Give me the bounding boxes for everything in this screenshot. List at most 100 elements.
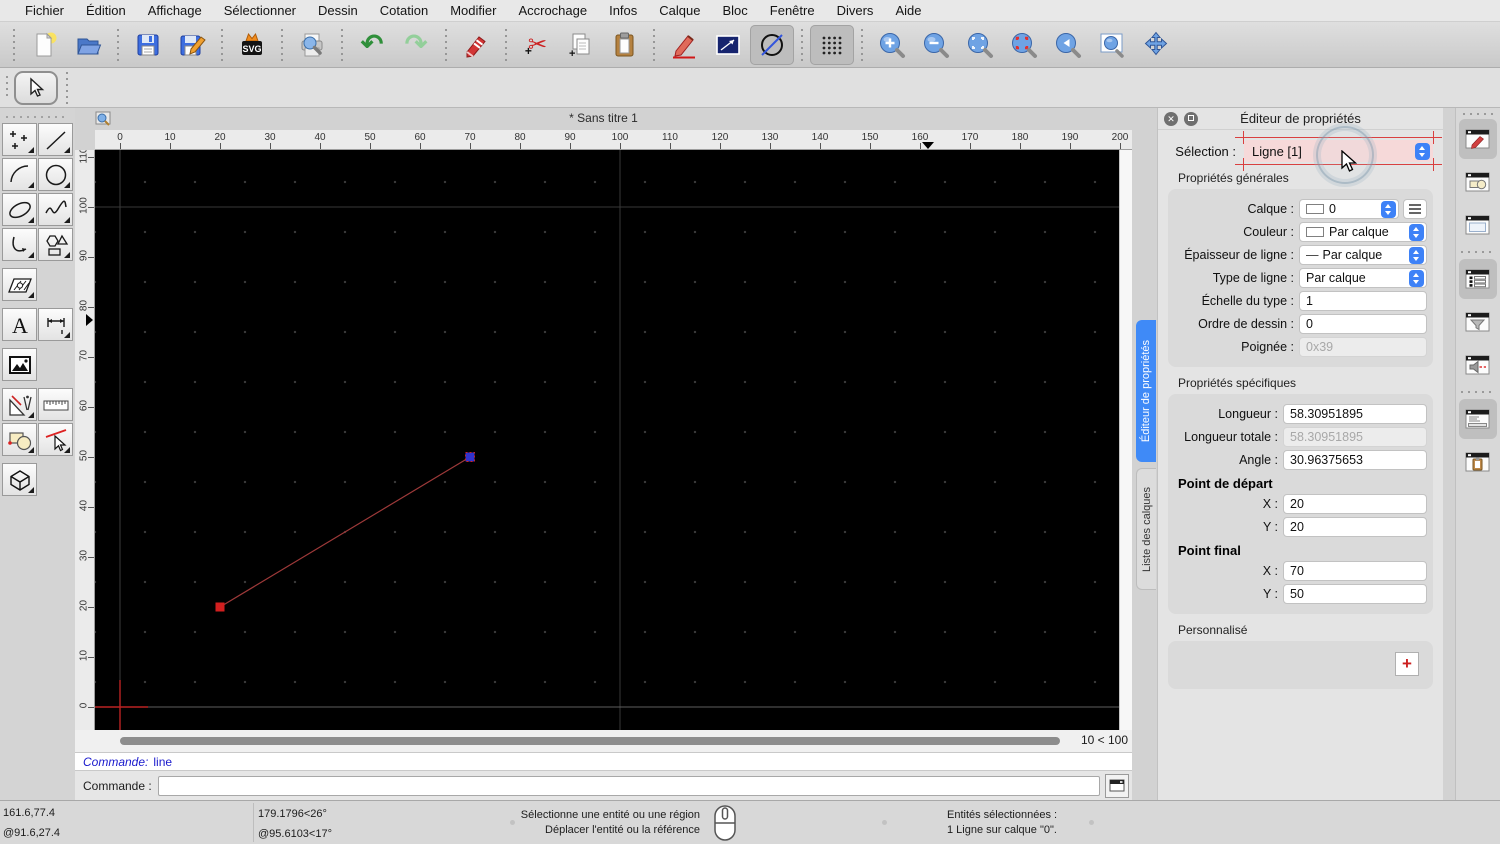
dock-section-widget-button[interactable] bbox=[1459, 345, 1497, 385]
zoom-previous-button[interactable] bbox=[1046, 25, 1090, 65]
dock-command-widget-button[interactable] bbox=[1459, 399, 1497, 439]
circle-tool-button[interactable] bbox=[38, 158, 73, 191]
command-input[interactable] bbox=[157, 775, 1100, 796]
delete-entities-button[interactable] bbox=[454, 25, 498, 65]
h-ruler-label: 200 bbox=[1111, 132, 1129, 143]
zoom-window-button[interactable] bbox=[1090, 25, 1134, 65]
shapes-tool-button[interactable] bbox=[38, 228, 73, 261]
absolute-coordinates: 161.6,77.4 bbox=[3, 807, 55, 819]
zoom-in-button[interactable] bbox=[870, 25, 914, 65]
zoom-auto-icon bbox=[968, 32, 993, 58]
zoom-auto-button[interactable] bbox=[958, 25, 1002, 65]
end-point-handle[interactable] bbox=[465, 452, 475, 462]
save-button[interactable] bbox=[126, 25, 170, 65]
menu-modifier[interactable]: Modifier bbox=[439, 3, 507, 18]
drawing-canvas[interactable] bbox=[95, 150, 1119, 730]
ellipse-tool-button[interactable] bbox=[2, 193, 37, 226]
print-preview-button[interactable] bbox=[290, 25, 334, 65]
dock-library-widget-button[interactable] bbox=[1459, 205, 1497, 245]
svg-export-icon: SVG bbox=[242, 32, 262, 55]
selection-dropdown[interactable]: Ligne [1] bbox=[1244, 140, 1433, 162]
menu-fenetre[interactable]: Fenêtre bbox=[759, 3, 826, 18]
block-tool-button[interactable] bbox=[2, 423, 37, 456]
menu-calque[interactable]: Calque bbox=[648, 3, 711, 18]
save-as-button[interactable] bbox=[170, 25, 214, 65]
menu-fichier[interactable]: Fichier bbox=[14, 3, 75, 18]
linetype-dropdown[interactable]: Par calque bbox=[1299, 268, 1427, 288]
menu-dessin[interactable]: Dessin bbox=[307, 3, 369, 18]
zoom-out-button[interactable] bbox=[914, 25, 958, 65]
line-entity[interactable] bbox=[219, 456, 471, 608]
menu-bloc[interactable]: Bloc bbox=[711, 3, 758, 18]
menu-affichage[interactable]: Affichage bbox=[137, 3, 213, 18]
start-y-input[interactable] bbox=[1283, 517, 1427, 537]
paste-button[interactable] bbox=[602, 25, 646, 65]
menu-selectionner[interactable]: Sélectionner bbox=[213, 3, 307, 18]
panel-close-icon[interactable]: ✕ bbox=[1164, 112, 1178, 126]
angle-mark-button[interactable] bbox=[706, 25, 750, 65]
menu-infos[interactable]: Infos bbox=[598, 3, 648, 18]
text-tool-button[interactable]: A bbox=[2, 308, 37, 341]
copy-button[interactable]: + bbox=[558, 25, 602, 65]
type-scale-input[interactable] bbox=[1299, 291, 1427, 311]
menu-edition[interactable]: Édition bbox=[75, 3, 137, 18]
vertical-scrollbar[interactable] bbox=[1119, 150, 1132, 730]
color-dropdown[interactable]: Par calque bbox=[1299, 222, 1427, 242]
modify-line-tool-button[interactable] bbox=[38, 423, 73, 456]
lineweight-dropdown[interactable]: — Par calque bbox=[1299, 245, 1427, 265]
v-ruler-label: 60 bbox=[78, 399, 90, 412]
dock-layer-list-widget-button[interactable] bbox=[1459, 259, 1497, 299]
tab-property-editor[interactable]: Éditeur de propriétés bbox=[1136, 320, 1156, 462]
cut-button[interactable]: + ✂ bbox=[514, 25, 558, 65]
image-tool-button[interactable] bbox=[2, 348, 37, 381]
add-custom-property-button[interactable]: + bbox=[1395, 652, 1419, 676]
grid-toggle-button[interactable] bbox=[810, 24, 854, 65]
length-input[interactable] bbox=[1283, 404, 1427, 424]
menu-cotation[interactable]: Cotation bbox=[369, 3, 439, 18]
h-ruler-label: 150 bbox=[861, 132, 879, 143]
tab-layer-list[interactable]: Liste des calques bbox=[1136, 468, 1156, 590]
measure-tool-button[interactable] bbox=[2, 388, 37, 421]
draw-pen-button[interactable] bbox=[662, 25, 706, 65]
ruler-tool-button[interactable] bbox=[38, 388, 73, 421]
menu-divers[interactable]: Divers bbox=[826, 3, 885, 18]
panel-detach-icon[interactable] bbox=[1184, 112, 1198, 126]
new-file-button[interactable] bbox=[22, 25, 66, 65]
dock-blocks-widget-button[interactable] bbox=[1459, 162, 1497, 202]
zoom-out-icon bbox=[924, 32, 949, 58]
draw-order-input[interactable] bbox=[1299, 314, 1427, 334]
dock-layer-filter-widget-button[interactable] bbox=[1459, 302, 1497, 342]
circle-line-button[interactable] bbox=[750, 24, 794, 65]
polyline-tool-button[interactable] bbox=[2, 228, 37, 261]
dock-clipboard-widget-button[interactable] bbox=[1459, 442, 1497, 482]
arc-tool-button[interactable] bbox=[2, 158, 37, 191]
line-tool-button[interactable] bbox=[38, 123, 73, 156]
zoom-selected-button[interactable] bbox=[1002, 25, 1046, 65]
points-tool-button[interactable] bbox=[2, 123, 37, 156]
menu-aide[interactable]: Aide bbox=[884, 3, 932, 18]
box-3d-tool-button[interactable] bbox=[2, 463, 37, 496]
pan-button[interactable] bbox=[1134, 25, 1178, 65]
dimension-tool-button[interactable] bbox=[38, 308, 73, 341]
dock-pen-widget-button[interactable] bbox=[1459, 119, 1497, 159]
layer-menu-button[interactable] bbox=[1403, 199, 1427, 219]
end-x-input[interactable] bbox=[1283, 561, 1427, 581]
h-ruler-label: 40 bbox=[314, 132, 326, 143]
start-x-input[interactable] bbox=[1283, 494, 1427, 514]
select-tool-button[interactable] bbox=[14, 71, 58, 105]
svg-export-button[interactable]: SVG bbox=[230, 25, 274, 65]
end-y-input[interactable] bbox=[1283, 584, 1427, 604]
color-dropdown-label: Couleur : bbox=[1243, 225, 1294, 239]
spline-tool-button[interactable] bbox=[38, 193, 73, 226]
start-point-handle[interactable] bbox=[215, 602, 225, 612]
angle-input[interactable] bbox=[1283, 450, 1427, 470]
layer-dropdown[interactable]: 0 bbox=[1299, 199, 1399, 219]
horizontal-scrollbar-thumb[interactable] bbox=[120, 737, 1060, 745]
hatch-tool-button[interactable] bbox=[2, 268, 37, 301]
command-window-toggle-button[interactable] bbox=[1105, 773, 1129, 798]
mouse-icon bbox=[714, 805, 736, 841]
open-file-button[interactable] bbox=[66, 25, 110, 65]
redo-button[interactable]: ↷ bbox=[394, 25, 438, 65]
undo-button[interactable]: ↶ bbox=[350, 25, 394, 65]
menu-accrochage[interactable]: Accrochage bbox=[507, 3, 598, 18]
